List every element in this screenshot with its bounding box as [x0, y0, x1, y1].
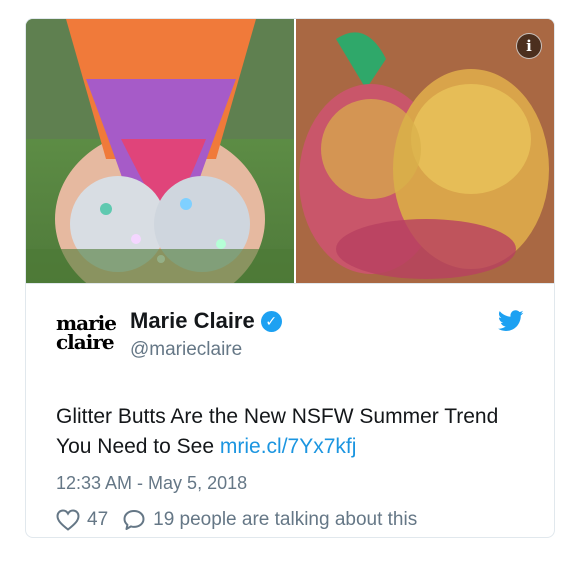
photo-right-illustration [296, 19, 554, 283]
author-avatar[interactable]: marie claire [56, 313, 118, 354]
author-handle[interactable]: @marieclaire [130, 339, 242, 361]
photo-right[interactable]: i [296, 19, 554, 283]
logo-line-2: claire [56, 330, 115, 354]
tweet-link[interactable]: mrie.cl/7Yx7kfj [220, 435, 357, 458]
author-name[interactable]: Marie Claire [130, 308, 255, 334]
like-count[interactable]: 47 [87, 509, 108, 531]
speech-bubble-icon[interactable] [122, 509, 146, 531]
heart-icon[interactable] [56, 509, 80, 531]
tweet-timestamp[interactable]: 12:33 AM - May 5, 2018 [56, 473, 247, 494]
tweet-body: marie claire Marie Claire ✓ @marieclaire… [26, 283, 554, 537]
photo-left-illustration [26, 19, 294, 283]
author-name-row[interactable]: Marie Claire ✓ [130, 308, 282, 334]
tweet-actions: 47 19 people are talking about this [56, 509, 417, 531]
photo-left[interactable] [26, 19, 294, 283]
tweet-card[interactable]: i marie claire Marie Claire ✓ @marieclai… [25, 18, 555, 538]
talking-count[interactable]: 19 people are talking about this [153, 509, 417, 531]
twitter-bird-icon[interactable] [497, 310, 524, 337]
info-icon[interactable]: i [516, 33, 542, 59]
verified-badge-icon: ✓ [260, 310, 282, 332]
tweet-media[interactable]: i [26, 19, 554, 283]
tweet-text: Glitter Butts Are the New NSFW Summer Tr… [56, 402, 526, 462]
